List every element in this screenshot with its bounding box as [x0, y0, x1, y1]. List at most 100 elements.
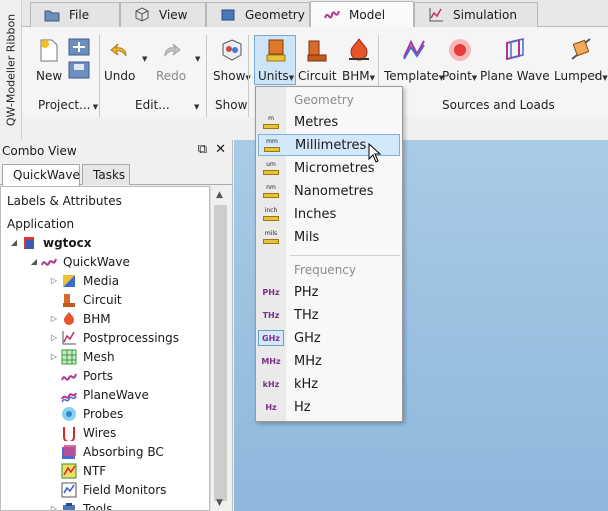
- undo-dropdown-icon[interactable]: ▼: [142, 55, 147, 63]
- tree-root-application[interactable]: Application: [7, 214, 74, 233]
- ribbon-side-label: QW-Modeller Ribbon: [0, 0, 22, 140]
- tree-item-ports[interactable]: Ports: [47, 366, 113, 385]
- redo-dropdown-icon[interactable]: ▼: [195, 55, 200, 63]
- tab-model[interactable]: Model: [310, 1, 414, 27]
- menu-header-geometry: Geometry: [294, 93, 354, 107]
- bhm-flame-icon: [346, 37, 372, 63]
- chevron-down-icon: ▼: [288, 74, 295, 82]
- document-icon: [21, 235, 37, 251]
- collapsed-triangle-icon[interactable]: ▷: [47, 352, 61, 361]
- section-header: Labels & Attributes: [7, 193, 122, 208]
- units-cube-ruler-icon: [263, 37, 289, 63]
- media-icon: [61, 273, 77, 289]
- scroll-down-icon[interactable]: ▼: [216, 498, 223, 508]
- probes-icon: [61, 406, 77, 422]
- menu-item-nanometres[interactable]: nm Nanometres: [258, 180, 400, 202]
- edit-group-dropdown-icon[interactable]: ▼: [194, 103, 199, 111]
- menu-separator: [290, 255, 400, 256]
- tab-geometry[interactable]: Geometry: [206, 2, 310, 27]
- freq-mhz-icon: MHz: [261, 356, 281, 366]
- units-dropdown-menu: Geometry m Metres mm Millimetres um Micr…: [255, 86, 403, 422]
- tree-item-wires[interactable]: Wires: [47, 423, 116, 442]
- mesh-icon: [61, 349, 77, 365]
- tab-tasks[interactable]: Tasks: [82, 164, 130, 185]
- open-icon[interactable]: [68, 37, 90, 57]
- tree-item-media[interactable]: ▷ Media: [47, 271, 119, 290]
- bhm-button[interactable]: BHM▼: [342, 37, 375, 83]
- tab-view[interactable]: View: [120, 2, 206, 27]
- menu-item-khz[interactable]: kHz kHz: [258, 373, 400, 395]
- ribbon-side-label-text: QW-Modeller Ribbon: [4, 13, 17, 127]
- menu-item-ghz[interactable]: GHz GHz: [258, 327, 400, 349]
- tree-item-bhm[interactable]: ▷ BHM: [47, 309, 111, 328]
- tab-quickwave[interactable]: QuickWave: [2, 164, 80, 186]
- group-separator: [248, 35, 249, 117]
- new-button[interactable]: New: [36, 37, 62, 83]
- ribbon-scroll-right-icon[interactable]: ›: [594, 71, 598, 82]
- circuit-button[interactable]: Circuit: [298, 37, 337, 83]
- combo-view-panel: Combo View ⧉ ✕ QuickWave Tasks Labels & …: [0, 140, 233, 511]
- save-icon[interactable]: [68, 60, 90, 80]
- tree-item-quickwave[interactable]: ◢ QuickWave: [27, 252, 130, 271]
- group-show-label: Show: [215, 98, 248, 112]
- template-wave-icon: [401, 37, 427, 63]
- menu-item-mils[interactable]: mils Mils: [258, 226, 400, 248]
- scroll-thumb[interactable]: [214, 205, 227, 501]
- tab-simulation[interactable]: Simulation: [414, 2, 538, 27]
- collapsed-triangle-icon[interactable]: ▷: [47, 333, 61, 342]
- expanded-triangle-icon[interactable]: ◢: [7, 238, 21, 247]
- bhm-icon: [61, 311, 77, 327]
- menu-item-hz[interactable]: Hz Hz: [258, 396, 400, 418]
- float-panel-icon[interactable]: ⧉: [198, 142, 207, 157]
- tree-item-probes[interactable]: Probes: [47, 404, 123, 423]
- close-icon[interactable]: ✕: [215, 142, 226, 157]
- tree-item-tools[interactable]: ▷ Tools: [47, 499, 113, 510]
- chevron-down-icon: ▼: [90, 103, 99, 111]
- ports-icon: [61, 368, 77, 384]
- wires-icon: [61, 425, 77, 441]
- menu-item-thz[interactable]: THz THz: [258, 304, 400, 326]
- ruler-nm-icon: nm: [258, 183, 284, 199]
- collapsed-triangle-icon[interactable]: ▷: [47, 276, 61, 285]
- undo-button[interactable]: Undo: [104, 37, 135, 83]
- menu-item-inches[interactable]: inch Inches: [258, 203, 400, 225]
- template-button[interactable]: Template▼: [384, 37, 444, 83]
- quickwave-icon: [41, 254, 57, 270]
- menu-item-mhz[interactable]: MHz MHz: [258, 350, 400, 372]
- plane-wave-button[interactable]: Plane Wave: [480, 37, 550, 83]
- geometry-icon: [221, 9, 235, 21]
- simulation-chart-icon: [429, 8, 443, 22]
- collapsed-triangle-icon[interactable]: ▷: [47, 504, 61, 510]
- tree-item-absorbing-bc[interactable]: Absorbing BC: [47, 442, 164, 461]
- ruler-inch-icon: inch: [258, 206, 284, 222]
- tree-item-planewave[interactable]: PlaneWave: [47, 385, 149, 404]
- tree-item-mesh[interactable]: ▷ Mesh: [47, 347, 115, 366]
- new-file-icon: [36, 37, 62, 63]
- units-button[interactable]: Units▼: [258, 37, 294, 83]
- circuit-icon: [61, 292, 77, 308]
- group-edit-label[interactable]: Edit...: [135, 98, 170, 112]
- undo-arrow-icon: [107, 37, 133, 63]
- tree-item-postprocessings[interactable]: ▷ Postprocessings: [47, 328, 179, 347]
- folder-icon: [44, 10, 60, 22]
- ruler-m-icon: m: [258, 114, 284, 130]
- qw-model-icon: [324, 10, 340, 19]
- collapsed-triangle-icon[interactable]: ▷: [47, 314, 61, 323]
- menu-item-metres[interactable]: m Metres: [258, 111, 400, 133]
- lumped-button[interactable]: Lumped▼: [554, 37, 608, 83]
- expanded-triangle-icon[interactable]: ◢: [27, 257, 41, 266]
- freq-thz-icon: THz: [262, 310, 280, 320]
- tree-item-field-monitors[interactable]: Field Monitors: [47, 480, 166, 499]
- postprocessing-icon: [61, 330, 77, 346]
- tree-item-wgtocx[interactable]: ◢ wgtocx: [7, 233, 92, 252]
- menu-item-phz[interactable]: PHz PHz: [258, 281, 400, 303]
- group-project-label[interactable]: Project... ▼: [38, 98, 98, 112]
- show-button[interactable]: Show▼: [213, 37, 251, 83]
- scroll-up-icon[interactable]: ▲: [216, 190, 223, 200]
- tab-file[interactable]: File: [30, 2, 120, 27]
- tree-item-circuit[interactable]: Circuit: [47, 290, 122, 309]
- point-button[interactable]: Point▼: [442, 37, 477, 83]
- redo-button[interactable]: Redo: [156, 37, 186, 83]
- tree-scrollbar[interactable]: ▲ ▼: [210, 186, 229, 511]
- tree-item-ntf[interactable]: NTF: [47, 461, 106, 480]
